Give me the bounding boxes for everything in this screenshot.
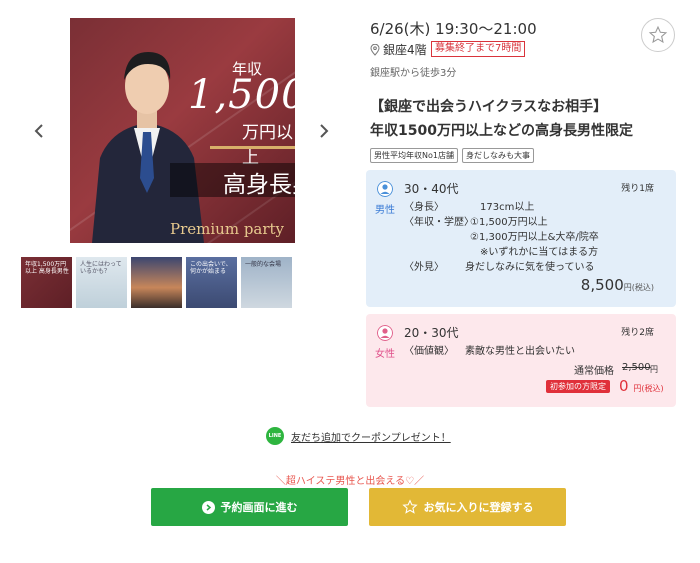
line-icon: LINE <box>266 427 284 445</box>
venue-name: 銀座4階 <box>383 43 427 57</box>
req-value: 素敵な男性と出会いたい <box>465 346 575 357</box>
reserve-button-label: 予約画面に進む <box>220 501 298 514</box>
male-person-icon <box>377 181 393 197</box>
line-coupon-text: 友だち追加でクーポンプレゼント！ <box>291 432 451 444</box>
male-age: 30・40代 <box>404 182 459 196</box>
req-value: 身だしなみに気を使っている <box>465 262 595 273</box>
female-seats: 残り2席 <box>621 328 654 338</box>
access-info: 銀座駅から徒歩3分 <box>370 68 457 79</box>
req-value: ①1,500万円以上 <box>470 217 548 228</box>
req-value: ※いずれかに当てはまる方 <box>480 247 599 258</box>
chevron-right-icon <box>320 124 329 138</box>
tag: 身だしなみも大事 <box>461 148 534 163</box>
regular-price: 2,500 <box>622 362 651 373</box>
star-icon <box>648 25 668 44</box>
main-event-image: 年収 1,500 万円以上 高身長男性 Premium party <box>70 18 295 243</box>
thumbnail-1[interactable]: 年収1,500万円以上 高身長男性 <box>21 257 72 308</box>
reserve-button[interactable]: 予約画面に進む <box>151 488 348 526</box>
regular-price-unit: 円 <box>650 365 658 374</box>
thumbnail-strip: 年収1,500万円以上 高身長男性 人生にはわっているかも？ この出会いで、何か… <box>21 257 292 308</box>
female-person-icon <box>377 325 393 341</box>
favorite-button-label: お気に入りに登録する <box>423 501 534 514</box>
gallery-prev-button[interactable] <box>34 120 44 144</box>
event-datetime: 6/26(木) 19:30〜21:00 <box>370 20 537 38</box>
gallery-next-button[interactable] <box>319 120 329 144</box>
thumbnail-2[interactable]: 人生にはわっているかも？ <box>76 257 127 308</box>
premium-party-label: Premium party <box>170 220 285 238</box>
first-time-badge: 初参加の方限定 <box>546 380 610 393</box>
arrow-right-circle-icon <box>201 500 215 514</box>
deadline-badge: 募集終了まで7時間 <box>431 41 526 57</box>
regular-price-label: 通常価格 <box>574 366 614 377</box>
req-key: 〈外見〉 <box>404 262 444 273</box>
female-price: 0 円(税込) <box>619 377 664 395</box>
add-favorite-button[interactable]: お気に入りに登録する <box>369 488 566 526</box>
thumbnail-3[interactable] <box>131 257 182 308</box>
star-icon <box>401 499 418 514</box>
male-seats: 残り1席 <box>621 184 654 194</box>
favorite-star-button[interactable] <box>641 18 675 52</box>
female-label: 女性 <box>375 349 395 360</box>
line-coupon-link[interactable]: LINE 友だち追加でクーポンプレゼント！ <box>266 427 451 445</box>
tag: 男性平均年収No1店舗 <box>370 148 458 163</box>
location-pin-icon <box>370 43 380 56</box>
image-headline: 高身長男性 <box>223 172 295 198</box>
event-tags: 男性平均年収No1店舗 身だしなみも大事 <box>370 148 534 163</box>
man-in-suit-illustration <box>92 52 204 243</box>
req-key: 〈年収・学歴〉 <box>404 217 474 228</box>
male-requirements-card: 男性 30・40代 残り1席 〈身長〉 173cm以上 〈年収・学歴〉 ①1,5… <box>366 170 676 307</box>
event-title-line1: 【銀座で出会うハイクラスなお相手】 <box>370 99 608 115</box>
income-number: 1,500 <box>188 72 295 118</box>
req-key: 〈価値観〉 <box>404 346 454 357</box>
female-requirements-card: 女性 20・30代 残り2席 〈価値観〉 素敵な男性と出会いたい 通常価格 2,… <box>366 314 676 407</box>
male-label: 男性 <box>375 205 395 216</box>
income-suffix: 万円以上 <box>242 123 293 168</box>
thumbnail-4[interactable]: この出会いで、何かが始まる <box>186 257 237 308</box>
male-price: 8,500円(税込) <box>580 276 654 294</box>
promo-text: ＼超ハイステ男性と出会える♡／ <box>275 476 425 487</box>
req-value: 173cm以上 <box>480 202 535 213</box>
req-key: 〈身長〉 <box>404 202 444 213</box>
event-title-line2: 年収1500万円以上などの高身長男性限定 <box>370 123 633 139</box>
female-age: 20・30代 <box>404 326 459 340</box>
venue: 銀座4階 <box>370 41 427 58</box>
thumbnail-5[interactable]: 一般的な会場 <box>241 257 292 308</box>
chevron-left-icon <box>34 124 43 138</box>
req-value: ②1,300万円以上&大卒/院卒 <box>470 232 599 243</box>
